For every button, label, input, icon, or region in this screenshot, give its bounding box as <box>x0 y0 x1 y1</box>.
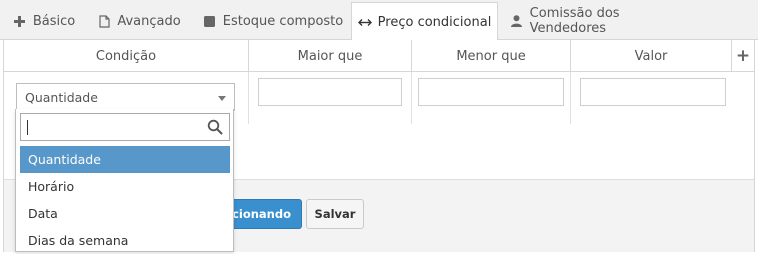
valor-input[interactable] <box>580 78 726 106</box>
dropdown-option-horario[interactable]: Horário <box>20 173 230 200</box>
tab-label: Comissão dos Vendedores <box>529 6 620 36</box>
table-header: Condição Maior que Menor que Valor + <box>4 40 754 72</box>
menor-que-input[interactable] <box>418 78 564 106</box>
tab-label: Avançado <box>117 13 181 29</box>
header-condicao: Condição <box>4 40 249 72</box>
search-icon <box>207 119 223 135</box>
dropdown-option-quantidade[interactable]: Quantidade <box>20 146 230 173</box>
tab-preco-condicional[interactable]: Preço condicional <box>351 2 498 41</box>
header-menor-que: Menor que <box>412 40 571 72</box>
tab-avancado[interactable]: Avançado <box>90 2 188 40</box>
tab-comissao-vendedores[interactable]: Comissão dos Vendedores <box>510 2 696 40</box>
dropdown-option-dias-da-semana[interactable]: Dias da semana <box>20 227 230 254</box>
chevron-down-icon <box>218 96 226 101</box>
arrows-horizontal-icon <box>357 18 372 27</box>
dropdown-search-input[interactable] <box>20 113 230 141</box>
add-row-button[interactable]: + <box>732 40 754 72</box>
tab-label: Básico <box>32 13 76 29</box>
header-maior-que: Maior que <box>249 40 412 72</box>
condition-select[interactable]: Quantidade <box>16 83 235 111</box>
plus-icon: + <box>735 46 751 66</box>
tab-estoque-composto[interactable]: Estoque composto <box>200 2 346 40</box>
user-icon <box>510 15 524 27</box>
square-icon <box>203 15 217 27</box>
maior-que-input[interactable] <box>258 78 402 106</box>
condition-select-value: Quantidade <box>25 90 98 105</box>
save-button[interactable]: Salvar <box>306 199 364 229</box>
tab-label: Estoque composto <box>222 13 344 29</box>
dropdown-option-data[interactable]: Data <box>20 200 230 227</box>
header-valor: Valor <box>571 40 732 72</box>
tab-bar: Básico Avançado Estoque composto Preço c… <box>0 0 758 41</box>
condition-dropdown: Quantidade Horário Data Dias da semana <box>15 109 234 252</box>
tab-basico[interactable]: Básico <box>8 2 80 40</box>
text-cursor <box>27 120 28 135</box>
tab-label: Preço condicional <box>377 14 492 30</box>
plus-icon <box>13 15 27 27</box>
file-icon <box>97 14 111 28</box>
